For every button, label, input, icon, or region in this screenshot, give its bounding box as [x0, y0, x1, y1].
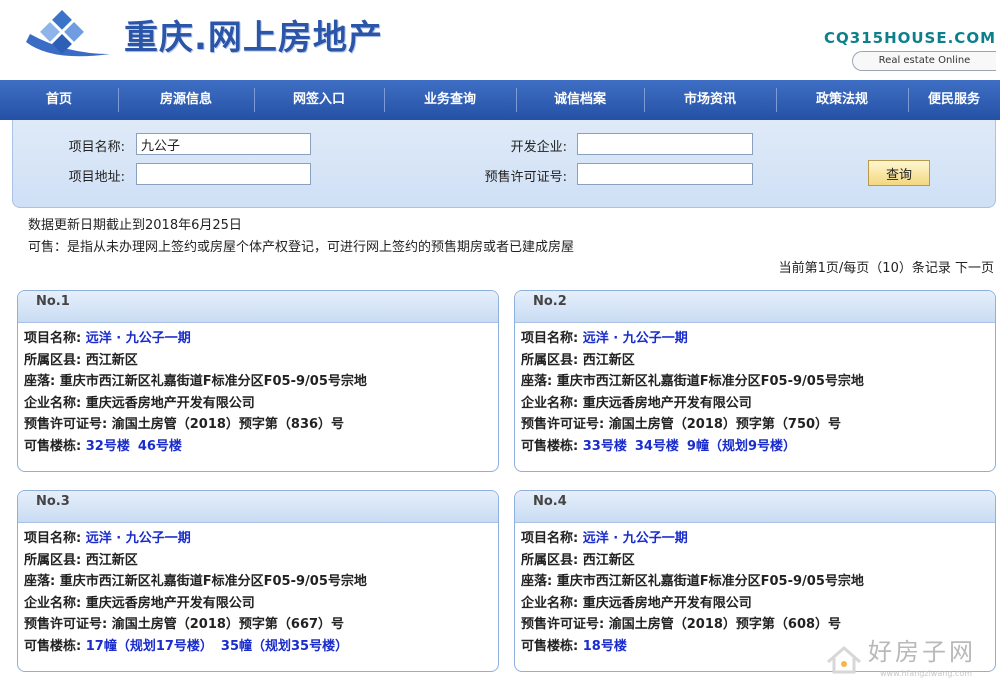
company-value: 重庆远香房地产开发有限公司 — [85, 595, 255, 611]
pager: 当前第1页/每页（10）条记录 下一页 — [779, 257, 994, 276]
nav-item-credit-records[interactable]: 诚信档案 — [516, 80, 644, 120]
location-value: 重庆市西江新区礼嘉街道F标准分区F05-9/05号宗地 — [556, 374, 864, 389]
building-link[interactable]: 34号楼 — [635, 439, 679, 454]
buildings-key: 可售楼栋: — [521, 638, 579, 654]
district-value: 西江新区 — [582, 352, 635, 368]
pager-text: 当前第1页/每页（10）条记录 — [778, 261, 951, 276]
district-value: 西江新区 — [85, 552, 138, 568]
location-key: 座落: — [24, 574, 56, 589]
project-name-key: 项目名称: — [24, 531, 82, 546]
nav-item-policy[interactable]: 政策法规 — [776, 80, 908, 120]
project-name-link[interactable]: 远洋 · 九公子一期 — [86, 331, 191, 346]
building-link[interactable]: 33号楼 — [583, 439, 627, 454]
card-number: No.4 — [515, 491, 995, 523]
buildings-key: 可售楼栋: — [24, 438, 82, 454]
nav-item-market-news[interactable]: 市场资讯 — [644, 80, 776, 120]
site-tagline: Real estate Online — [852, 51, 996, 71]
building-link[interactable]: 9幢（规划9号楼） — [687, 439, 796, 454]
location-key: 座落: — [521, 374, 553, 389]
company-key: 企业名称: — [24, 595, 82, 611]
nav-item-home[interactable]: 首页 — [0, 80, 118, 120]
permit-value: 渝国土房管（2018）预字第（608）号 — [608, 617, 842, 632]
project-address-label: 项目地址: — [68, 170, 125, 185]
permit-key: 预售许可证号: — [24, 417, 108, 432]
permit-key: 预售许可证号: — [24, 617, 108, 632]
permit-key: 预售许可证号: — [521, 417, 605, 432]
building-link[interactable]: 32号楼 — [86, 439, 130, 454]
building-link[interactable]: 46号楼 — [138, 439, 182, 454]
permit-label: 预售许可证号: — [484, 170, 567, 185]
project-address-input[interactable] — [136, 163, 311, 185]
company-value: 重庆远香房地产开发有限公司 — [582, 595, 752, 611]
project-name-key: 项目名称: — [521, 331, 579, 346]
company-value: 重庆远香房地产开发有限公司 — [582, 395, 752, 411]
district-value: 西江新区 — [582, 552, 635, 568]
buildings-key: 可售楼栋: — [521, 438, 579, 454]
project-name-key: 项目名称: — [24, 331, 82, 346]
developer-input[interactable] — [577, 133, 753, 155]
project-name-link[interactable]: 远洋 · 九公子一期 — [583, 331, 688, 346]
search-panel: 项目名称: 项目地址: 开发企业: 预售许可证号: 查询 — [12, 120, 996, 208]
location-key: 座落: — [24, 374, 56, 389]
watermark-url: www.hfangziwang.com — [880, 669, 973, 678]
project-name-key: 项目名称: — [521, 531, 579, 546]
project-card: No.2 项目名称: 远洋 · 九公子一期 所属区县: 西江新区 座落: 重庆市… — [514, 290, 996, 472]
query-button[interactable]: 查询 — [868, 160, 930, 186]
company-key: 企业名称: — [521, 395, 579, 411]
permit-value: 渝国土房管（2018）预字第（750）号 — [608, 417, 842, 432]
permit-value: 渝国土房管（2018）预字第（667）号 — [111, 617, 345, 632]
nav-item-online-signing[interactable]: 网签入口 — [254, 80, 384, 120]
district-value: 西江新区 — [85, 352, 138, 368]
location-value: 重庆市西江新区礼嘉街道F标准分区F05-9/05号宗地 — [556, 574, 864, 589]
company-value: 重庆远香房地产开发有限公司 — [85, 395, 255, 411]
next-page-link[interactable]: 下一页 — [955, 261, 994, 276]
building-link[interactable]: 17幢（规划17号楼） — [86, 639, 213, 654]
building-link[interactable]: 18号楼 — [583, 639, 627, 654]
project-name-link[interactable]: 远洋 · 九公子一期 — [86, 531, 191, 546]
card-number: No.2 — [515, 291, 995, 323]
location-key: 座落: — [521, 574, 553, 589]
district-key: 所属区县: — [521, 552, 579, 568]
location-value: 重庆市西江新区礼嘉街道F标准分区F05-9/05号宗地 — [59, 374, 367, 389]
main-nav: 首页 房源信息 网签入口 业务查询 诚信档案 市场资讯 政策法规 便民服务 — [0, 80, 1000, 120]
nav-item-listings[interactable]: 房源信息 — [118, 80, 254, 120]
site-header: 重庆.网上房地产 CQ315HOUSE.COM Real estate Onli… — [0, 0, 1000, 80]
nav-item-services[interactable]: 便民服务 — [908, 80, 1000, 120]
district-key: 所属区县: — [24, 552, 82, 568]
permit-input[interactable] — [577, 163, 753, 185]
available-note-text: 可售：是指从未办理网上签约或房屋个体产权登记，可进行网上签约的预售期房或者已建成… — [28, 240, 575, 255]
permit-key: 预售许可证号: — [521, 617, 605, 632]
company-key: 企业名称: — [24, 395, 82, 411]
watermark-text: 好房子网 — [868, 638, 976, 666]
developer-label: 开发企业: — [510, 140, 567, 155]
company-key: 企业名称: — [521, 595, 579, 611]
update-date-text: 数据更新日期截止到2018年6月25日 — [28, 218, 242, 233]
site-logo-icon — [26, 10, 110, 57]
building-link[interactable]: 35幢（规划35号楼） — [221, 639, 348, 654]
card-number: No.1 — [18, 291, 498, 323]
site-title: 重庆.网上房地产 — [124, 18, 383, 58]
project-name-input[interactable] — [136, 133, 311, 155]
project-name-link[interactable]: 远洋 · 九公子一期 — [583, 531, 688, 546]
project-card: No.3 项目名称: 远洋 · 九公子一期 所属区县: 西江新区 座落: 重庆市… — [17, 490, 499, 672]
project-card: No.1 项目名称: 远洋 · 九公子一期 所属区县: 西江新区 座落: 重庆市… — [17, 290, 499, 472]
district-key: 所属区县: — [521, 352, 579, 368]
location-value: 重庆市西江新区礼嘉街道F标准分区F05-9/05号宗地 — [59, 574, 367, 589]
site-domain: CQ315HOUSE.COM — [824, 29, 996, 47]
card-number: No.3 — [18, 491, 498, 523]
buildings-key: 可售楼栋: — [24, 638, 82, 654]
nav-item-business-query[interactable]: 业务查询 — [384, 80, 516, 120]
district-key: 所属区县: — [24, 352, 82, 368]
permit-value: 渝国土房管（2018）预字第（836）号 — [111, 417, 345, 432]
project-name-label: 项目名称: — [68, 140, 125, 155]
